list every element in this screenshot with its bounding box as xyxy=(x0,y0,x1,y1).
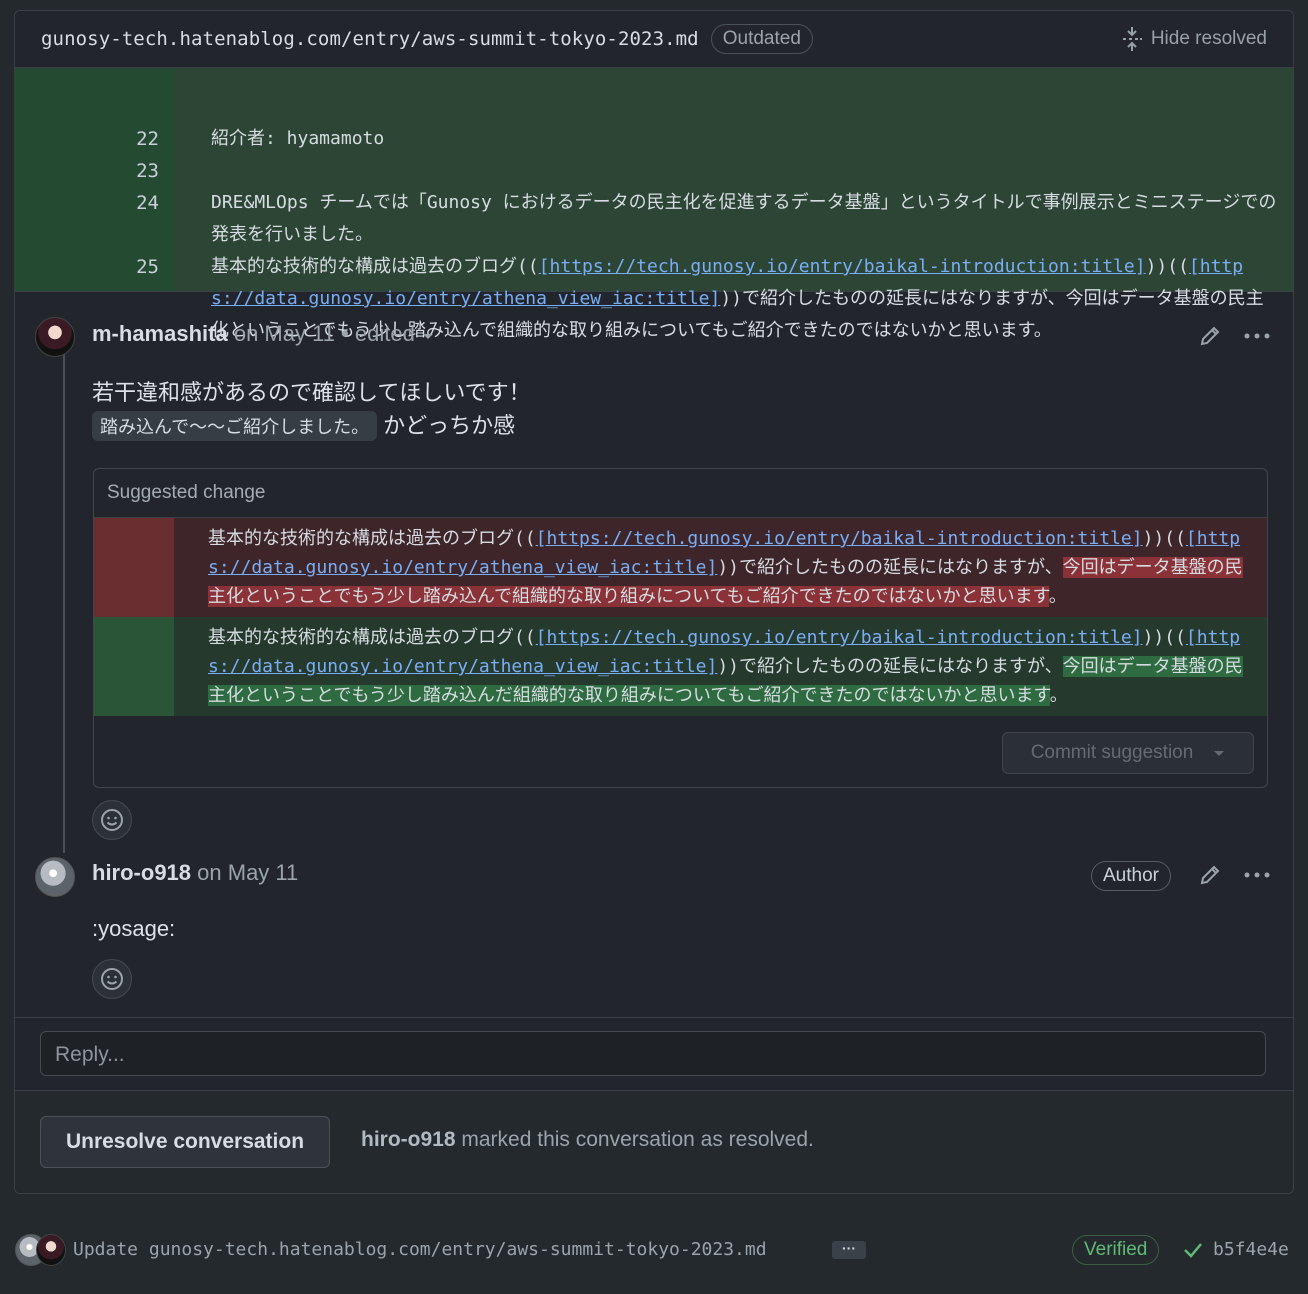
reply-section: Reply... xyxy=(15,1017,1293,1090)
suggested-change-title: Suggested change xyxy=(94,469,1267,518)
resolved-message: hiro-o918 marked this conversation as re… xyxy=(361,1128,814,1152)
kebab-menu-icon[interactable] xyxy=(1244,332,1270,340)
sug-text: 基本的な技術的な構成は過去のブログ(( xyxy=(208,627,536,648)
add-reaction-button[interactable] xyxy=(92,800,132,840)
comment-header: hiro-o918 on May 11 xyxy=(92,860,298,886)
smiley-icon xyxy=(101,809,123,831)
comment-body-line: 若干違和感があるので確認してほしいです！ xyxy=(92,380,531,405)
sug-text: ))(( xyxy=(1142,528,1186,549)
verified-badge[interactable]: Verified xyxy=(1072,1235,1160,1265)
pencil-icon[interactable] xyxy=(1198,863,1222,887)
sug-text: ))で紹介したものの延長にはなりますが、 xyxy=(717,656,1063,677)
comment-author[interactable]: m-hamashita xyxy=(92,321,228,346)
suggested-change: Suggested change 基本的な技術的な構成は過去のブログ(([htt… xyxy=(93,468,1268,788)
expand-commit-button[interactable]: ··· xyxy=(832,1241,866,1259)
comment-body-line: 踏み込んで～～ご紹介しました。 かどっちか感 xyxy=(92,408,515,441)
link-tech-blog[interactable]: [https://tech.gunosy.io/entry/baikal-int… xyxy=(536,627,1143,648)
unresolve-conversation-button[interactable]: Unresolve conversation xyxy=(40,1116,330,1168)
diff-text: ))(( xyxy=(1145,256,1189,277)
link-tech-blog[interactable]: [https://tech.gunosy.io/entry/baikal-int… xyxy=(536,528,1143,549)
line-number[interactable]: 25 xyxy=(115,256,159,278)
chevron-down-icon xyxy=(1214,751,1225,756)
suggestion-deletion: 基本的な技術的な構成は過去のブログ(([https://tech.gunosy.… xyxy=(94,518,1267,617)
commit-suggestion-button[interactable]: Commit suggestion xyxy=(1002,732,1254,774)
hide-resolved-label: Hide resolved xyxy=(1150,28,1267,49)
timeline-line xyxy=(63,343,65,853)
commit-sha: b5f4e4e xyxy=(1183,1239,1289,1260)
commit-message[interactable]: Update gunosy-tech.hatenablog.com/entry/… xyxy=(73,1239,767,1260)
chevron-down-icon[interactable] xyxy=(421,331,435,341)
kebab-menu-icon[interactable] xyxy=(1244,871,1270,879)
avatar[interactable] xyxy=(35,317,75,357)
sug-text: ))で紹介したものの延長にはなりますが、 xyxy=(717,557,1063,578)
outdated-badge: Outdated xyxy=(710,24,813,54)
deletion-gutter xyxy=(94,518,174,617)
edited-label[interactable]: • edited xyxy=(341,321,415,346)
comment-date[interactable]: on May 11 xyxy=(197,860,298,885)
file-header: gunosy-tech.hatenablog.com/entry/aws-sum… xyxy=(15,11,1293,68)
commit-suggestion-label: Commit suggestion xyxy=(1030,742,1194,763)
smiley-icon xyxy=(101,968,123,990)
line-number[interactable]: 24 xyxy=(115,192,159,214)
add-reaction-button[interactable] xyxy=(92,959,132,999)
resolved-text: marked this conversation as resolved. xyxy=(461,1128,814,1151)
comment-text: かどっちか感 xyxy=(383,413,516,438)
resolved-by-user[interactable]: hiro-o918 xyxy=(361,1128,456,1151)
file-path-link[interactable]: gunosy-tech.hatenablog.com/entry/aws-sum… xyxy=(41,28,699,50)
inline-code: 踏み込んで～～ご紹介しました。 xyxy=(92,411,378,441)
review-thread: gunosy-tech.hatenablog.com/entry/aws-sum… xyxy=(14,10,1294,1194)
reply-input[interactable]: Reply... xyxy=(40,1031,1266,1076)
sug-text: 。 xyxy=(1048,586,1067,607)
line-number[interactable]: 22 xyxy=(115,128,159,150)
diff-hunk: 22 紹介者: hyamamoto 23 24 DRE&MLOps チームでは「… xyxy=(15,68,1293,341)
avatar[interactable] xyxy=(35,857,75,897)
comment-actions xyxy=(1198,863,1270,887)
commit-sha-link[interactable]: b5f4e4e xyxy=(1213,1239,1289,1260)
comment-date[interactable]: on May 11 xyxy=(234,321,335,346)
suggestion-addition: 基本的な技術的な構成は過去のブログ(([https://tech.gunosy.… xyxy=(94,617,1267,716)
sug-text: 基本的な技術的な構成は過去のブログ(( xyxy=(208,528,536,549)
link-tech-blog[interactable]: [https://tech.gunosy.io/entry/baikal-int… xyxy=(539,256,1146,277)
avatar[interactable] xyxy=(36,1234,66,1266)
pencil-icon[interactable] xyxy=(1198,324,1222,348)
hide-resolved-button[interactable]: Hide resolved xyxy=(1121,26,1267,52)
comment-list: m-hamashita on May 11 • edited 若干違和感があるの… xyxy=(15,293,1293,1013)
addition-gutter xyxy=(94,617,174,716)
diff-line: 紹介者: hyamamoto xyxy=(211,128,385,149)
check-icon xyxy=(1184,1242,1202,1258)
diff-line: DRE&MLOps チームでは「Gunosy におけるデータの民主化を促進するデ… xyxy=(211,192,1277,245)
resolve-section: Unresolve conversation hiro-o918 marked … xyxy=(15,1090,1293,1193)
fold-icon xyxy=(1122,27,1142,51)
addition-text: 基本的な技術的な構成は過去のブログ(([https://tech.gunosy.… xyxy=(208,623,1248,710)
comment-header: m-hamashita on May 11 • edited xyxy=(92,321,435,347)
sug-text: 。 xyxy=(1049,685,1068,706)
sug-text: ))(( xyxy=(1142,627,1186,648)
deletion-text: 基本的な技術的な構成は過去のブログ(([https://tech.gunosy.… xyxy=(208,524,1248,611)
comment-body-line: :yosage: xyxy=(92,916,176,941)
diff-text: 基本的な技術的な構成は過去のブログ(( xyxy=(211,256,539,277)
commit-row: Update gunosy-tech.hatenablog.com/entry/… xyxy=(0,1228,1308,1272)
author-badge: Author xyxy=(1091,861,1171,891)
line-number[interactable]: 23 xyxy=(115,160,159,182)
comment-actions xyxy=(1198,324,1270,348)
comment-author[interactable]: hiro-o918 xyxy=(92,860,191,885)
